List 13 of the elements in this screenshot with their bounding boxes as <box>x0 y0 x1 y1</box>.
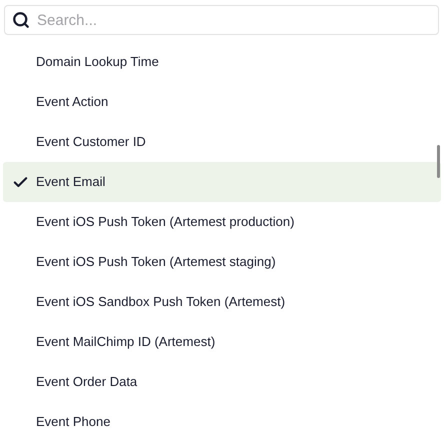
option-item[interactable]: Event Order Data <box>3 362 441 402</box>
option-item[interactable]: Domain Lookup Time <box>3 42 441 82</box>
option-item[interactable]: Event Email <box>3 162 441 202</box>
option-item[interactable]: Event MailChimp ID (Artemest) <box>3 322 441 362</box>
option-item[interactable]: Event iOS Push Token (Artemest staging) <box>3 242 441 282</box>
option-item[interactable]: Event iOS Push Token (Artemest production) <box>3 202 441 242</box>
option-item[interactable]: Event Action <box>3 82 441 122</box>
search-icon <box>12 11 30 29</box>
scrollbar[interactable] <box>437 145 440 178</box>
option-item[interactable]: Event iOS Sandbox Push Token (Artemest) <box>3 282 441 322</box>
option-item[interactable]: Event Phone <box>3 402 441 432</box>
search-field[interactable]: Search... <box>4 5 439 35</box>
option-item[interactable]: Event Customer ID <box>3 122 441 162</box>
